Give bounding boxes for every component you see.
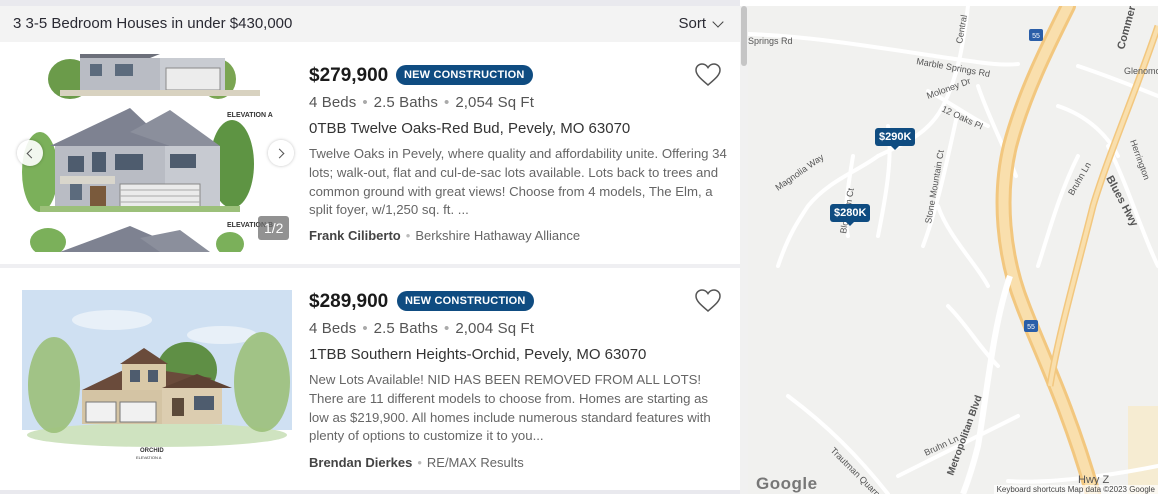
brokerage-name: RE/MAX Results (426, 455, 524, 470)
elevation-label: ELEVATION A (227, 112, 273, 119)
agent-name: Frank Ciliberto (309, 228, 401, 243)
listing-facts: 4 Beds • 2.5 Baths • 2,054 Sq Ft (309, 94, 534, 111)
results-header: 3 3-5 Bedroom Houses in under $430,000 S… (0, 6, 740, 43)
beds-count: 4 Beds (309, 320, 357, 337)
listing-address[interactable]: 0TBB Twelve Oaks-Red Bud, Pevely, MO 630… (309, 120, 630, 137)
favorite-heart-icon[interactable] (695, 63, 721, 87)
photo-counter: 1/2 (258, 216, 290, 240)
map-view[interactable]: 55 55 Springs Rd Marble Springs Rd Centr… (748, 6, 1158, 494)
listing-description: Twelve Oaks in Pevely, where quality and… (309, 146, 727, 218)
map-attribution[interactable]: Keyboard shortcuts Map data ©2023 Google (993, 485, 1158, 494)
previous-photo-button[interactable] (17, 140, 43, 166)
beds-count: 4 Beds (309, 94, 357, 111)
results-title: 3 3-5 Bedroom Houses in under $430,000 (13, 15, 293, 32)
house-elevation-drawing: ELEVATION A ELEVATION B (20, 54, 292, 252)
baths-count: 2.5 Baths (373, 320, 438, 337)
street-label: Springs Rd (748, 36, 793, 46)
chevron-left-icon (26, 148, 37, 158)
square-footage: 2,004 Sq Ft (455, 320, 534, 337)
elevation-label: ELEVATION A (136, 455, 162, 460)
chevron-down-icon (712, 15, 724, 28)
baths-count: 2.5 Baths (373, 94, 438, 111)
map-price-pin[interactable]: $290K (875, 128, 916, 150)
map-price-pin[interactable]: $280K (830, 204, 871, 226)
route-shield-label: 55 (1027, 324, 1035, 331)
brokerage-name: Berkshire Hathaway Alliance (415, 228, 581, 243)
interstate-shield-icon: 55 (1024, 320, 1038, 332)
agent-name: Brendan Dierkes (309, 455, 413, 470)
next-photo-button[interactable] (268, 140, 294, 166)
model-label: ORCHID (140, 448, 164, 454)
listing-price: $289,900 (309, 291, 389, 312)
favorite-heart-icon[interactable] (695, 289, 721, 313)
map-canvas: 55 55 Springs Rd Marble Springs Rd Centr… (748, 6, 1158, 494)
listing-description: New Lots Available! NID HAS BEEN REMOVED… (309, 372, 711, 444)
sort-label: Sort (678, 15, 706, 32)
chevron-right-icon (274, 148, 285, 158)
interstate-shield-icon: 55 (1029, 29, 1043, 41)
results-list: 3 3-5 Bedroom Houses in under $430,000 S… (0, 0, 740, 494)
new-construction-badge: NEW CONSTRUCTION (396, 65, 533, 85)
sort-button[interactable]: Sort (678, 15, 724, 32)
google-logo: Google (756, 474, 818, 493)
listing-facts: 4 Beds • 2.5 Baths • 2,004 Sq Ft (309, 320, 534, 337)
listing-agent: Brendan Dierkes • RE/MAX Results (309, 455, 524, 470)
listing-photo[interactable]: ORCHID ELEVATION A (22, 290, 292, 468)
scrollbar-thumb[interactable] (741, 6, 747, 66)
listing-agent: Frank Ciliberto • Berkshire Hathaway Allia… (309, 228, 581, 243)
house-rendering-drawing: ORCHID ELEVATION A (22, 290, 292, 468)
route-shield-label: 55 (1032, 33, 1040, 40)
street-label: Glenomo (1124, 66, 1158, 76)
listing-address[interactable]: 1TBB Southern Heights-Orchid, Pevely, MO… (309, 346, 646, 363)
new-construction-badge: NEW CONSTRUCTION (397, 291, 534, 311)
square-footage: 2,054 Sq Ft (455, 94, 534, 111)
results-scrollbar[interactable] (740, 6, 748, 494)
listing-photo[interactable]: ELEVATION A ELEVATION B (20, 54, 292, 252)
listing-price: $279,900 (309, 65, 389, 86)
listing-card[interactable]: ORCHID ELEVATION A $289,900 NEW CONSTRUC… (0, 268, 740, 490)
listing-card[interactable]: ELEVATION A ELEVATION B 1/2 $279,900 NEW… (0, 42, 740, 264)
